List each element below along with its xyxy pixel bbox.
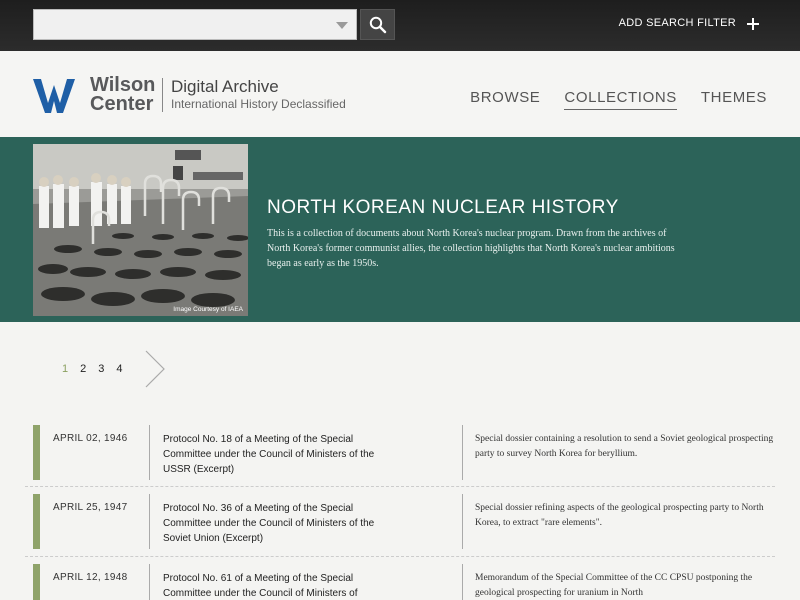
document-title-link[interactable]: Protocol No. 61 of a Meeting of the Spec… xyxy=(163,571,393,600)
collection-title: NORTH KOREAN NUCLEAR HISTORY xyxy=(267,197,619,218)
logo-wordmark-line2: Center xyxy=(90,93,154,115)
search-input-wrapper[interactable] xyxy=(33,9,357,40)
search-bar: ADD SEARCH FILTER xyxy=(0,0,800,51)
search-input[interactable] xyxy=(34,10,356,39)
search-icon xyxy=(369,16,386,33)
page-link-3[interactable]: 3 xyxy=(98,363,104,375)
column-divider xyxy=(462,564,463,600)
row-divider xyxy=(25,486,775,487)
column-divider xyxy=(149,425,150,480)
main-nav: BROWSE COLLECTIONS THEMES xyxy=(470,89,767,110)
logo-wordmark[interactable]: Wilson Center xyxy=(90,75,155,115)
document-date: APRIL 12, 1948 xyxy=(53,572,128,583)
image-credit: Image Courtesy of IAEA xyxy=(173,306,243,313)
page-link-2[interactable]: 2 xyxy=(80,363,86,375)
document-description: Special dossier refining aspects of the … xyxy=(475,503,764,528)
site-header: Wilson Center Digital Archive Internatio… xyxy=(0,51,800,137)
collection-banner: Image Courtesy of IAEA NORTH KOREAN NUCL… xyxy=(0,137,800,322)
page-link-4[interactable]: 4 xyxy=(116,363,122,375)
wilson-w-logo-icon[interactable] xyxy=(33,79,75,113)
page-link-1[interactable]: 1 xyxy=(62,363,68,375)
document-date: APRIL 02, 1946 xyxy=(53,433,128,444)
site-title[interactable]: Digital Archive xyxy=(171,77,279,97)
row-marker xyxy=(33,494,40,549)
column-divider xyxy=(462,494,463,549)
document-description: Memorandum of the Special Committee of t… xyxy=(475,573,753,598)
pagination: 1 2 3 4 xyxy=(62,363,123,375)
list-item[interactable]: APRIL 25, 1947 Protocol No. 36 of a Meet… xyxy=(25,494,775,549)
document-title-link[interactable]: Protocol No. 18 of a Meeting of the Spec… xyxy=(163,432,393,477)
reactor-photo xyxy=(33,144,248,316)
row-marker xyxy=(33,425,40,480)
chevron-right-icon[interactable] xyxy=(144,350,166,388)
nav-collections[interactable]: COLLECTIONS xyxy=(564,89,677,110)
nav-themes[interactable]: THEMES xyxy=(701,89,767,110)
row-marker xyxy=(33,564,40,600)
column-divider xyxy=(462,425,463,480)
list-item[interactable]: APRIL 12, 1948 Protocol No. 61 of a Meet… xyxy=(25,564,775,600)
column-divider xyxy=(149,494,150,549)
row-divider xyxy=(25,556,775,557)
document-description: Special dossier containing a resolution … xyxy=(475,434,774,459)
site-subtitle: International History Declassified xyxy=(171,97,346,111)
plus-icon[interactable] xyxy=(747,18,759,30)
collection-description: This is a collection of documents about … xyxy=(267,228,675,269)
logo-divider xyxy=(162,78,163,112)
collection-image: Image Courtesy of IAEA xyxy=(33,144,248,316)
add-search-filter-link[interactable]: ADD SEARCH FILTER xyxy=(619,17,736,29)
list-item[interactable]: APRIL 02, 1946 Protocol No. 18 of a Meet… xyxy=(25,425,775,480)
chevron-down-icon[interactable] xyxy=(336,22,348,29)
nav-browse[interactable]: BROWSE xyxy=(470,89,540,110)
search-button[interactable] xyxy=(360,9,395,40)
document-title-link[interactable]: Protocol No. 36 of a Meeting of the Spec… xyxy=(163,501,393,546)
column-divider xyxy=(149,564,150,600)
document-date: APRIL 25, 1947 xyxy=(53,502,128,513)
